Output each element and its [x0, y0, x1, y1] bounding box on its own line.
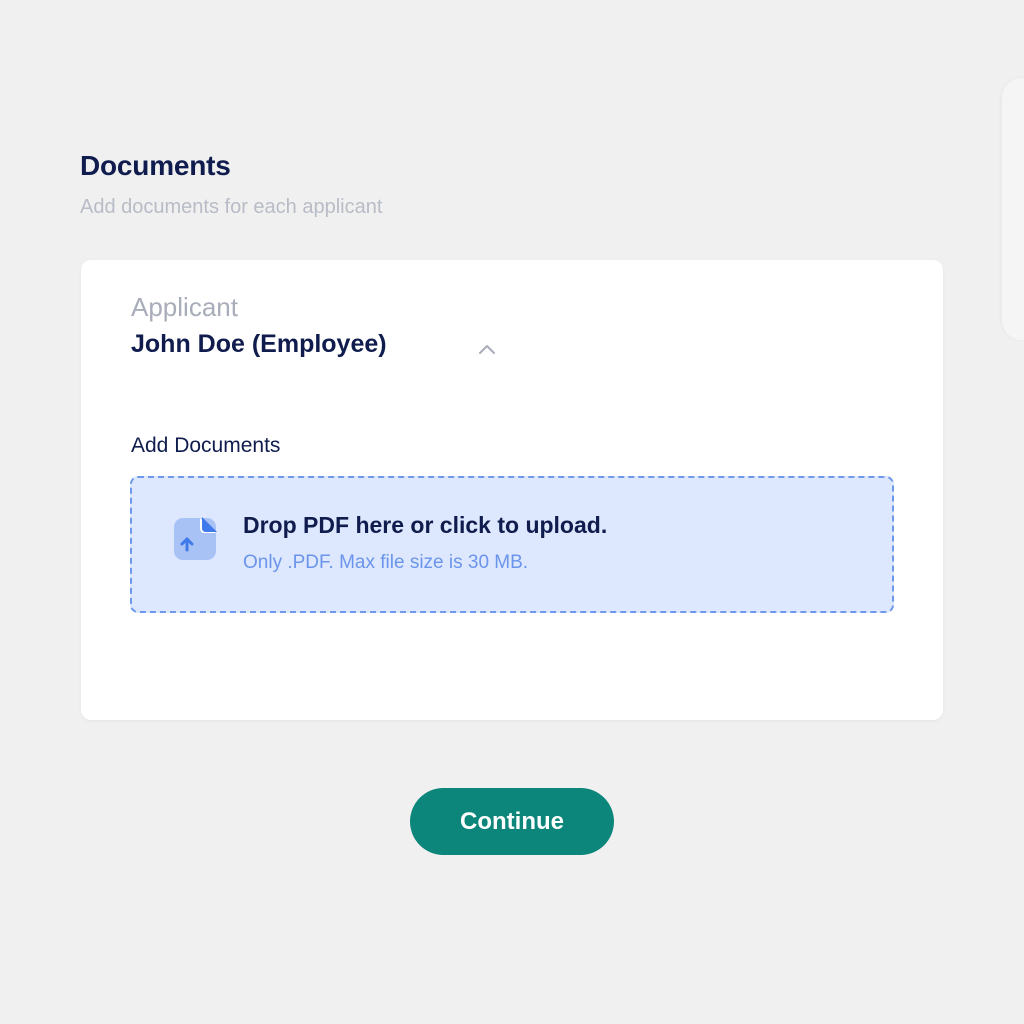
page-title: Documents [80, 150, 231, 181]
dropzone-hint: Only .PDF. Max file size is 30 MB. [243, 552, 529, 573]
page-subtitle: Add documents for each applicant [80, 196, 383, 218]
pdf-upload-dropzone[interactable]: Drop PDF here or click to upload. Only .… [130, 476, 894, 613]
add-documents-label: Add Documents [131, 434, 281, 457]
side-panel-edge [1002, 78, 1024, 340]
applicant-name: John Doe (Employee) [131, 330, 387, 358]
file-upload-icon [174, 517, 217, 560]
chevron-up-icon[interactable] [477, 342, 497, 356]
continue-button[interactable]: Continue [410, 788, 614, 855]
documents-card: Applicant John Doe (Employee) Add Docume… [81, 260, 943, 720]
applicant-accordion-toggle[interactable]: Applicant John Doe (Employee) [131, 290, 495, 364]
applicant-label: Applicant [131, 292, 238, 322]
dropzone-title: Drop PDF here or click to upload. [243, 512, 608, 538]
